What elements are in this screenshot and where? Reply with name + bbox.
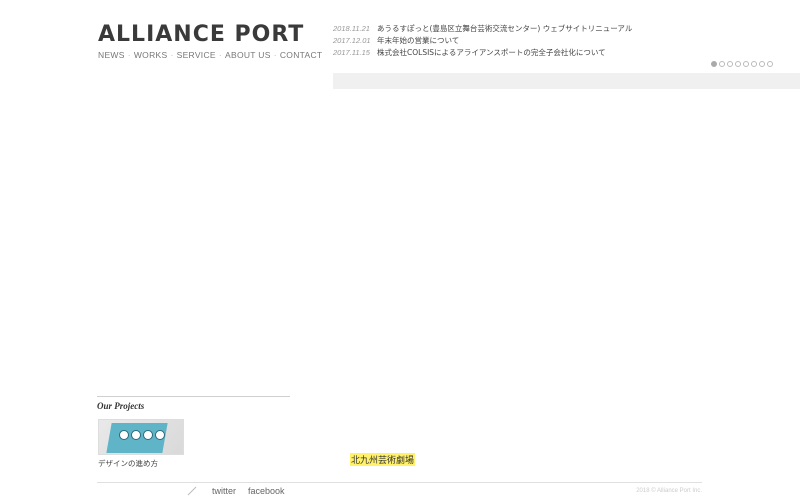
slider-dot[interactable] — [719, 61, 725, 67]
illustration-figure — [143, 430, 153, 440]
news-date: 2017.12.01 — [333, 36, 371, 45]
nav-separator: · — [170, 50, 174, 60]
nav-service[interactable]: SERVICE — [177, 50, 216, 60]
slider-dot[interactable] — [767, 61, 773, 67]
slider-dot[interactable] — [711, 61, 717, 67]
news-item[interactable]: 2017.11.15 株式会社COLSISによるアライアンスポートの完全子会社化… — [333, 47, 693, 59]
nav-separator: · — [273, 50, 277, 60]
nav-works[interactable]: WORKS — [134, 50, 168, 60]
illustration-figure — [119, 430, 129, 440]
twitter-link[interactable]: twitter — [212, 486, 236, 496]
slider-dot[interactable] — [743, 61, 749, 67]
project-caption[interactable]: デザインの進め方 — [98, 458, 158, 469]
facebook-link[interactable]: facebook — [248, 486, 285, 496]
news-title[interactable]: 株式会社COLSISによるアライアンスポートの完全子会社化について — [377, 47, 606, 59]
nav-separator: · — [218, 50, 223, 60]
news-item[interactable]: 2017.12.01 年末年始の営業について — [333, 35, 693, 47]
slider-dot[interactable] — [759, 61, 765, 67]
news-list: 2018.11.21 あうるすぽっと(豊島区立舞台芸術交流センター) ウェブサイ… — [333, 23, 693, 59]
copyright-text: 2018 © Alliance Port Inc. — [636, 488, 702, 494]
main-nav: NEWS · WORKS · SERVICE · ABOUT US · CONT… — [98, 50, 322, 60]
projects-heading: Our Projects — [97, 401, 145, 411]
illustration-figure — [131, 430, 141, 440]
nav-about-us[interactable]: ABOUT US — [225, 50, 271, 60]
slash-icon — [187, 486, 197, 496]
illustration-figure — [155, 430, 165, 440]
news-title[interactable]: あうるすぽっと(豊島区立舞台芸術交流センター) ウェブサイトリニューアル — [377, 23, 632, 35]
news-date: 2017.11.15 — [333, 48, 370, 57]
slider-pagination — [711, 61, 773, 67]
project-thumbnail[interactable] — [98, 419, 184, 455]
news-item[interactable]: 2018.11.21 あうるすぽっと(豊島区立舞台芸術交流センター) ウェブサイ… — [333, 23, 693, 35]
news-title[interactable]: 年末年始の営業について — [377, 35, 459, 47]
nav-separator: · — [127, 50, 131, 60]
site-logo[interactable]: ALLIANCE PORT — [98, 22, 304, 47]
slider-dot[interactable] — [751, 61, 757, 67]
featured-work-label[interactable]: 北九州芸術劇場 — [350, 453, 416, 466]
footer-social-links: twitter facebook — [212, 486, 285, 496]
nav-contact[interactable]: CONTACT — [280, 50, 323, 60]
nav-news[interactable]: NEWS — [98, 50, 125, 60]
slider-dot[interactable] — [735, 61, 741, 67]
slideshow-area — [333, 73, 800, 89]
projects-divider — [97, 396, 290, 397]
slider-dot[interactable] — [727, 61, 733, 67]
news-date: 2018.11.21 — [333, 24, 370, 33]
footer-divider — [97, 482, 702, 483]
